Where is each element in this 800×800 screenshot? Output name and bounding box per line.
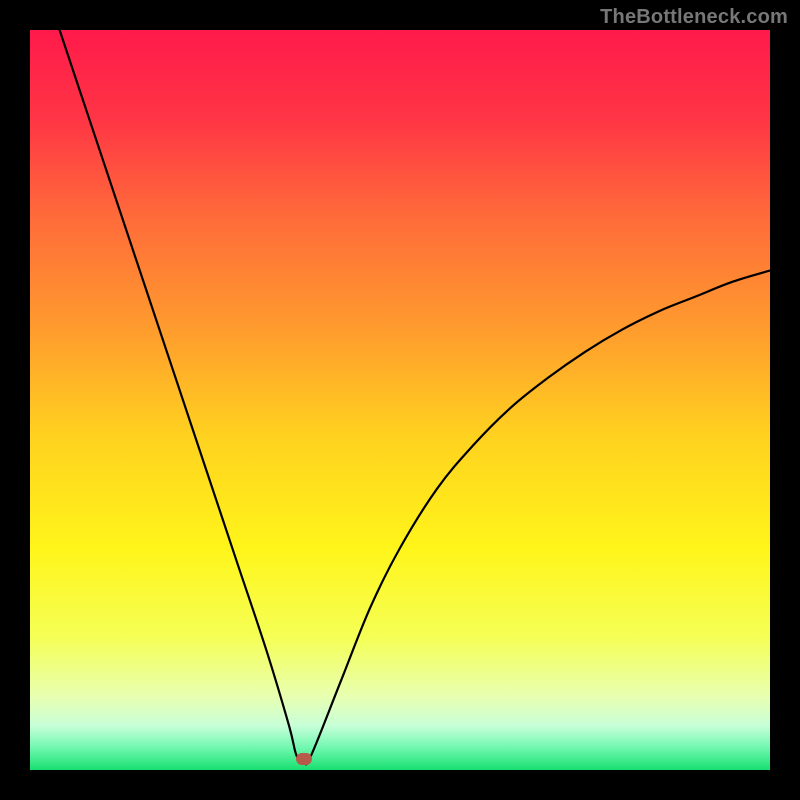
bottleneck-curve (30, 30, 770, 770)
minimum-marker (296, 753, 312, 765)
plot-area (30, 30, 770, 770)
chart-frame: TheBottleneck.com (0, 0, 800, 800)
watermark-text: TheBottleneck.com (600, 6, 788, 29)
